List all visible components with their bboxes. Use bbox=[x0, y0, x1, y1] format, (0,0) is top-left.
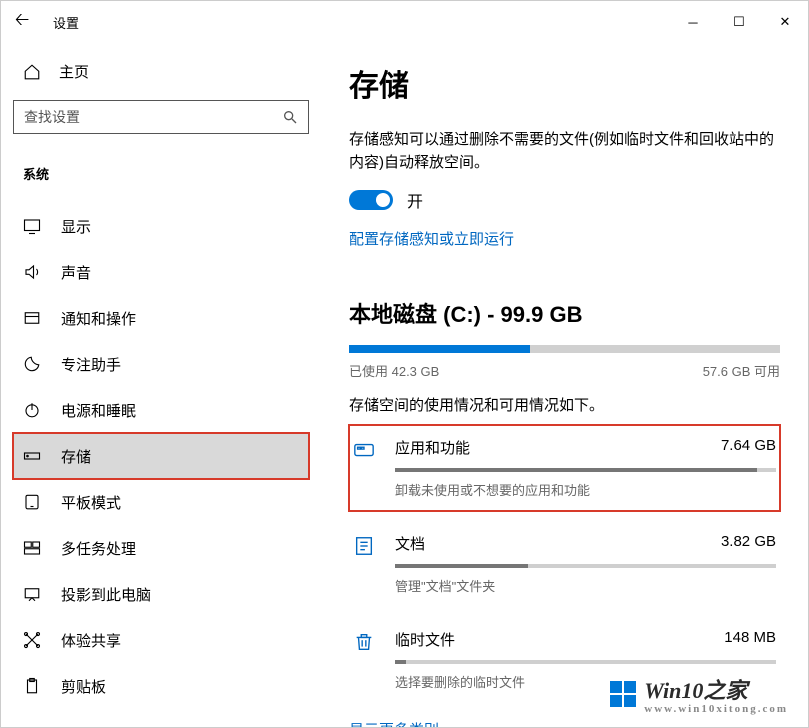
nav-item-storage[interactable]: 存储 bbox=[13, 433, 309, 479]
nav-item-focus[interactable]: 专注助手 bbox=[13, 341, 309, 387]
nav-item-clipboard[interactable]: 剪贴板 bbox=[13, 663, 309, 709]
search-icon bbox=[282, 109, 298, 125]
nav-item-tablet[interactable]: 平板模式 bbox=[13, 479, 309, 525]
storage-sense-toggle[interactable] bbox=[349, 190, 393, 210]
home-icon bbox=[23, 63, 41, 81]
category-sub: 卸载未使用或不想要的应用和功能 bbox=[395, 480, 776, 499]
nav-label: 声音 bbox=[61, 262, 91, 283]
windows-logo-icon bbox=[610, 681, 636, 707]
nav-label: 通知和操作 bbox=[61, 308, 136, 329]
watermark-url: www.win10xitong.com bbox=[644, 703, 788, 715]
clipboard-icon bbox=[23, 677, 43, 695]
nav-item-shared[interactable]: 体验共享 bbox=[13, 617, 309, 663]
category-bar bbox=[395, 564, 776, 568]
category-size: 7.64 GB bbox=[721, 437, 776, 458]
window-title: 设置 bbox=[53, 13, 79, 32]
home-link[interactable]: 主页 bbox=[13, 43, 309, 100]
nav-item-display[interactable]: 显示 bbox=[13, 203, 309, 249]
nav-item-power[interactable]: 电源和睡眠 bbox=[13, 387, 309, 433]
category-sub: 管理"文档"文件夹 bbox=[395, 576, 776, 595]
watermark-brand: Win10之家 bbox=[644, 678, 747, 703]
documents-icon bbox=[353, 533, 377, 595]
category-apps[interactable]: 应用和功能 7.64 GB 卸载未使用或不想要的应用和功能 bbox=[349, 425, 780, 511]
main-content: 存储 存储感知可以通过删除不需要的文件(例如临时文件和回收站中的内容)自动释放空… bbox=[321, 43, 808, 727]
maximize-button[interactable]: ☐ bbox=[716, 6, 762, 38]
disk-usage-bar bbox=[349, 345, 780, 353]
nav-label: 剪贴板 bbox=[61, 676, 106, 697]
disk-title: 本地磁盘 (C:) - 99.9 GB bbox=[349, 297, 780, 329]
watermark: Win10之家 www.win10xitong.com bbox=[610, 673, 788, 715]
sidebar: 主页 查找设置 系统 显示 声音 通知和操作 专注助手 电源和睡眠 bbox=[1, 43, 321, 727]
power-icon bbox=[23, 401, 43, 419]
category-size: 3.82 GB bbox=[721, 533, 776, 554]
nav-label: 电源和睡眠 bbox=[61, 400, 136, 421]
close-button[interactable]: ✕ bbox=[762, 6, 808, 38]
focus-icon bbox=[23, 355, 43, 373]
disk-used-label: 已使用 42.3 GB bbox=[349, 361, 439, 380]
nav-item-multitask[interactable]: 多任务处理 bbox=[13, 525, 309, 571]
nav-label: 显示 bbox=[61, 216, 91, 237]
storage-sense-desc: 存储感知可以通过删除不需要的文件(例如临时文件和回收站中的内容)自动释放空间。 bbox=[349, 129, 780, 174]
titlebar: 🡠 设置 ─ ☐ ✕ bbox=[1, 1, 808, 43]
show-more-link[interactable]: 显示更多类别 bbox=[349, 719, 780, 727]
toggle-state-label: 开 bbox=[407, 188, 423, 212]
disk-free-label: 57.6 GB 可用 bbox=[703, 361, 780, 380]
page-title: 存储 bbox=[349, 61, 780, 105]
category-size: 148 MB bbox=[724, 629, 776, 650]
back-button[interactable]: 🡠 bbox=[1, 7, 43, 37]
multitask-icon bbox=[23, 539, 43, 557]
category-bar bbox=[395, 468, 776, 472]
project-icon bbox=[23, 585, 43, 603]
nav-label: 多任务处理 bbox=[61, 538, 136, 559]
storage-icon bbox=[23, 447, 43, 465]
home-label: 主页 bbox=[59, 61, 89, 82]
nav-label: 存储 bbox=[61, 446, 91, 467]
search-placeholder: 查找设置 bbox=[24, 107, 80, 127]
shared-icon bbox=[23, 631, 43, 649]
nav-label: 平板模式 bbox=[61, 492, 121, 513]
minimize-button[interactable]: ─ bbox=[670, 6, 716, 38]
tablet-icon bbox=[23, 493, 43, 511]
display-icon bbox=[23, 217, 43, 235]
notifications-icon bbox=[23, 309, 43, 327]
apps-icon bbox=[353, 437, 377, 499]
search-input[interactable]: 查找设置 bbox=[13, 100, 309, 134]
trash-icon bbox=[353, 629, 377, 691]
category-label: 应用和功能 bbox=[395, 437, 470, 458]
disk-usage-fill bbox=[349, 345, 530, 353]
nav-label: 投影到此电脑 bbox=[61, 584, 151, 605]
category-documents[interactable]: 文档 3.82 GB 管理"文档"文件夹 bbox=[349, 521, 780, 607]
configure-link[interactable]: 配置存储感知或立即运行 bbox=[349, 228, 780, 249]
nav-label: 专注助手 bbox=[61, 354, 121, 375]
nav-item-sound[interactable]: 声音 bbox=[13, 249, 309, 295]
category-label: 临时文件 bbox=[395, 629, 455, 650]
nav-item-notifications[interactable]: 通知和操作 bbox=[13, 295, 309, 341]
group-label: 系统 bbox=[13, 154, 309, 203]
category-bar bbox=[395, 660, 776, 664]
sound-icon bbox=[23, 263, 43, 281]
usage-desc: 存储空间的使用情况和可用情况如下。 bbox=[349, 394, 780, 415]
nav-label: 体验共享 bbox=[61, 630, 121, 651]
category-label: 文档 bbox=[395, 533, 425, 554]
nav-item-project[interactable]: 投影到此电脑 bbox=[13, 571, 309, 617]
